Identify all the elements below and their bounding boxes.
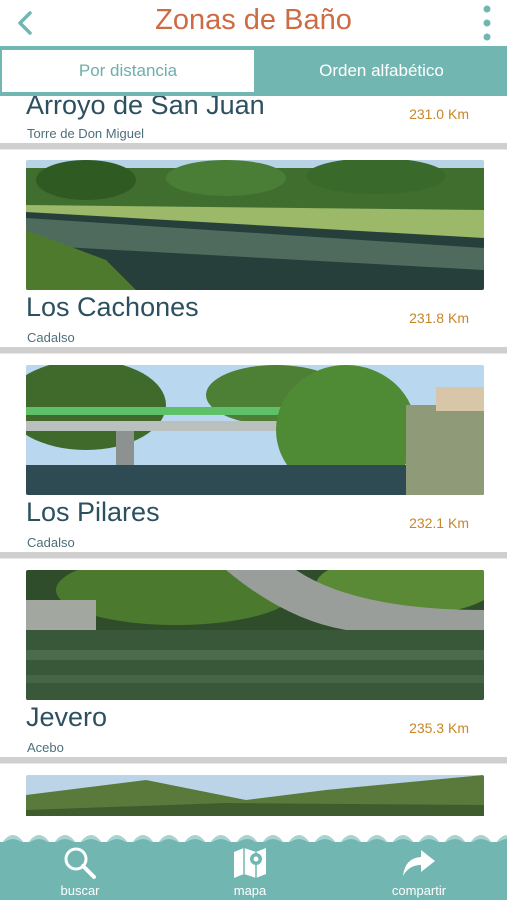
place-photo — [26, 775, 484, 816]
search-button[interactable]: buscar — [25, 844, 135, 900]
search-label: buscar — [60, 883, 100, 898]
place-distance: 231.0 Km — [409, 106, 469, 122]
share-icon — [403, 850, 435, 876]
place-town: Acebo — [27, 740, 64, 755]
list-item[interactable] — [0, 767, 507, 816]
place-name: Jevero — [26, 702, 108, 732]
place-photo — [26, 365, 484, 495]
place-name: Arroyo de San Juan — [26, 96, 265, 120]
app-header: Zonas de Baño — [0, 0, 507, 46]
search-icon — [64, 847, 96, 879]
list-item[interactable]: Los Pilares Cadalso 232.1 Km — [0, 357, 507, 562]
tab-orden-alfabetico[interactable]: Orden alfabético — [256, 50, 507, 92]
list-item[interactable]: Arroyo de San Juan Torre de Don Miguel 2… — [0, 96, 507, 152]
place-town: Torre de Don Miguel — [27, 126, 145, 141]
more-vert-icon[interactable] — [481, 4, 493, 42]
separator — [0, 552, 507, 559]
place-photo — [26, 570, 484, 700]
map-icon — [234, 848, 266, 878]
bottom-toolbar: buscar mapa compartir — [0, 816, 507, 900]
list-item[interactable]: Los Cachones Cadalso 231.8 Km — [0, 152, 507, 357]
share-label: compartir — [391, 883, 447, 898]
place-name: Los Cachones — [26, 292, 199, 322]
share-button[interactable]: compartir — [364, 844, 474, 900]
map-button[interactable]: mapa — [195, 844, 305, 900]
separator — [0, 757, 507, 764]
sort-tabs: Por distancia Orden alfabético — [0, 46, 507, 96]
page-title: Zonas de Baño — [155, 4, 352, 36]
place-distance: 235.3 Km — [409, 720, 469, 736]
list-item[interactable]: Jevero Acebo 235.3 Km — [0, 562, 507, 767]
separator — [0, 347, 507, 354]
place-distance: 231.8 Km — [409, 310, 469, 326]
tab-por-distancia[interactable]: Por distancia — [2, 50, 254, 92]
map-label: mapa — [233, 883, 267, 898]
separator — [0, 143, 507, 150]
toolbar-bar: buscar mapa compartir — [0, 842, 507, 900]
place-distance: 232.1 Km — [409, 515, 469, 531]
place-town: Cadalso — [27, 330, 75, 345]
places-list[interactable]: Arroyo de San Juan Torre de Don Miguel 2… — [0, 96, 507, 816]
place-town: Cadalso — [27, 535, 75, 550]
place-name: Los Pilares — [26, 497, 160, 527]
place-photo — [26, 160, 484, 290]
